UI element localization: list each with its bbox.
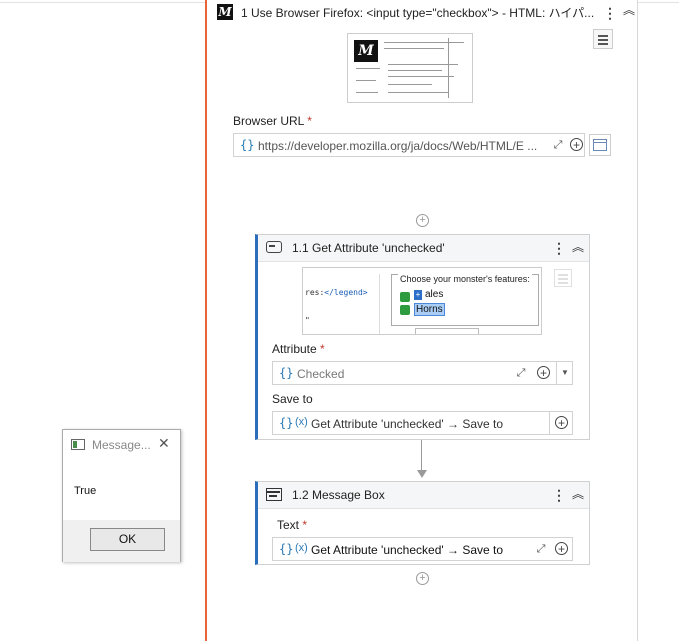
dialog-title: Message... [92,438,151,452]
code-snippet: res:</legend> " [303,274,380,334]
get-attribute-header[interactable]: 1.1 Get Attribute 'unchecked' ⋮ ︽ [258,235,589,262]
collapse-icon[interactable]: ︽ [621,2,637,18]
text-field[interactable]: {} (x) Get Attribute 'unchecked' → Save … [272,537,573,561]
message-box-icon [266,488,282,501]
browser-url-label: Browser URL * [233,114,312,128]
checkbox-green [400,292,410,302]
more-options-icon[interactable]: ⋮ [552,486,566,504]
get-attribute-activity[interactable]: 1.1 Get Attribute 'unchecked' ⋮ ︽ res:</… [255,234,590,440]
expand-icon[interactable]: ⤢ [535,543,547,555]
browser-window-picker-icon[interactable] [589,134,611,156]
message-box-header[interactable]: 1.2 Message Box ⋮ ︽ [258,482,589,509]
expand-icon[interactable]: ⤢ [552,139,564,151]
expression-brace-icon: {} [279,366,294,380]
ok-button[interactable]: OK [90,528,165,551]
message-box-title: 1.2 Message Box [292,488,385,502]
get-attribute-icon [266,241,282,253]
attribute-field[interactable]: {} Checked ⤢ + ▼ [272,361,573,385]
message-box-activity[interactable]: 1.2 Message Box ⋮ ︽ Text * {} (x) Get At… [255,481,590,565]
use-browser-title: 1 Use Browser Firefox: <input type="chec… [241,6,595,20]
more-options-icon[interactable]: ⋮ [603,4,617,22]
expression-brace-icon: {} [240,138,255,152]
close-icon[interactable]: ✕ [158,435,170,452]
add-plus-icon[interactable]: + [555,542,568,555]
browser-url-value: https://developer.mozilla.org/ja/docs/We… [258,139,538,153]
collapse-icon[interactable]: ︽ [570,486,586,502]
add-activity-icon[interactable]: + [416,214,429,227]
add-plus-icon[interactable]: + [537,366,550,379]
attribute-value: Checked [297,367,345,381]
sequence-arrow-icon [417,470,427,478]
browser-screenshot-thumbnail: M [347,33,473,103]
save-to-value: Get Attribute 'unchecked' → Save to [311,417,504,431]
dialog-message: True [74,485,97,497]
text-label: Text * [277,518,308,532]
get-attribute-title: 1.1 Get Attribute 'unchecked' [292,241,445,255]
save-to-label: Save to [272,392,313,406]
expand-icon[interactable]: ⤢ [515,367,527,379]
fieldset-preview: Choose your monster's features: + ales H… [391,274,539,326]
checkbox-green [400,305,410,315]
save-to-field[interactable]: {} (x) Get Attribute 'unchecked' → Save … [272,411,573,435]
attribute-label: Attribute * [272,342,325,356]
more-options-icon[interactable]: ⋮ [552,239,566,257]
collapse-icon[interactable]: ︽ [570,239,586,255]
screenshot-menu-icon[interactable] [554,269,572,287]
expression-brace-icon: {} [279,416,294,430]
use-browser-header[interactable]: M 1 Use Browser Firefox: <input type="ch… [215,2,637,22]
sequence-connector [421,440,422,472]
add-activity-icon[interactable]: + [416,572,429,585]
expression-brace-icon: {} [279,542,294,556]
text-value: Get Attribute 'unchecked' → Save to [311,543,504,557]
hamburger-menu-icon[interactable] [593,29,613,49]
variable-icon: (x) [295,542,308,554]
add-plus-icon[interactable]: + [570,138,583,151]
use-browser-scope[interactable]: M 1 Use Browser Firefox: <input type="ch… [205,0,638,641]
mdn-logo-icon: M [217,4,233,20]
message-dialog[interactable]: Message... ✕ True OK [62,429,181,562]
browser-url-field[interactable]: {} https://developer.mozilla.org/ja/docs… [233,133,585,157]
thumbnail-logo: M [354,40,378,62]
app-window-icon [71,439,85,450]
add-plus-icon[interactable]: + [555,416,568,429]
variable-icon: (x) [295,416,308,428]
element-screenshot: res:</legend> " Choose your monster's fe… [302,267,542,335]
dropdown-arrow-icon[interactable]: ▼ [556,362,573,384]
